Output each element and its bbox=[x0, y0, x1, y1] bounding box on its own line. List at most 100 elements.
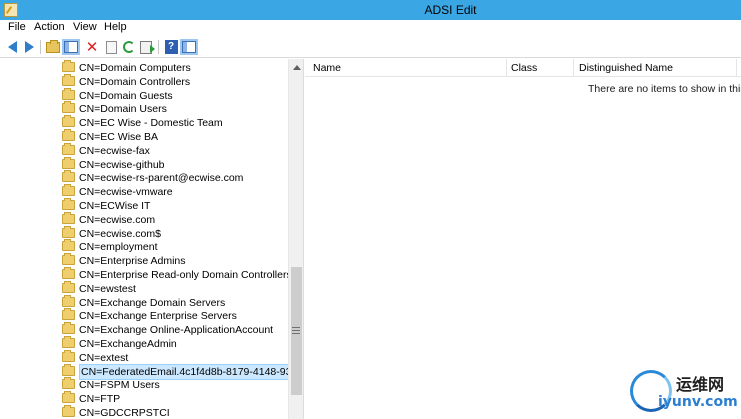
tree-item[interactable]: CN=ewstest bbox=[0, 280, 288, 296]
tree-item[interactable]: CN=ecwise.com$ bbox=[0, 225, 288, 241]
back-arrow-icon[interactable] bbox=[4, 39, 20, 55]
tree-item-label: CN=Exchange Domain Servers bbox=[79, 296, 226, 309]
tree-item-label: CN=EC Wise BA bbox=[79, 131, 159, 143]
tree-item[interactable]: CN=Domain Users bbox=[0, 101, 288, 116]
folder-icon bbox=[62, 156, 75, 169]
tree-item[interactable]: CN=employment bbox=[0, 239, 288, 254]
tree-item[interactable]: CN=FederatedEmail.4c1f4d8b-8179-4148-93b… bbox=[0, 363, 290, 380]
watermark: 运维网 iyunv.com bbox=[622, 364, 741, 419]
tree-item-label: CN=ecwise-github bbox=[79, 158, 165, 171]
tree-item[interactable]: CN=Domain Guests bbox=[0, 87, 288, 103]
show-hide-action-pane-icon[interactable] bbox=[181, 39, 197, 55]
folder-icon bbox=[62, 73, 75, 86]
empty-list-message: There are no items to show in this vie bbox=[588, 83, 741, 95]
folder-icon bbox=[62, 170, 75, 183]
folder-icon bbox=[62, 101, 75, 114]
folder-icon bbox=[62, 363, 75, 376]
folder-icon bbox=[62, 60, 75, 72]
folder-icon bbox=[62, 336, 75, 348]
tree-item[interactable]: CN=FSPM Users bbox=[0, 377, 288, 392]
tree-item[interactable]: CN=EC Wise - Domestic Team bbox=[0, 115, 288, 130]
tree-item[interactable]: CN=FTP bbox=[0, 391, 288, 406]
list-header: Name Class Distinguished Name bbox=[305, 59, 741, 77]
folder-icon bbox=[62, 239, 75, 252]
folder-icon bbox=[62, 349, 75, 362]
column-header-name[interactable]: Name bbox=[313, 62, 341, 74]
refresh-icon[interactable] bbox=[121, 39, 137, 55]
tree-item-label: CN=Exchange Enterprise Servers bbox=[79, 310, 237, 323]
properties-icon[interactable] bbox=[103, 39, 119, 55]
column-divider[interactable] bbox=[736, 59, 737, 77]
column-divider[interactable] bbox=[573, 59, 574, 77]
tree-item[interactable]: CN=ecwise-vmware bbox=[0, 184, 288, 199]
column-divider[interactable] bbox=[506, 59, 507, 77]
window-title: ADSI Edit bbox=[424, 3, 477, 17]
column-header-distinguished-name[interactable]: Distinguished Name bbox=[579, 62, 673, 74]
tree-item-label: CN=Domain Computers bbox=[79, 62, 191, 74]
folder-icon bbox=[62, 322, 75, 335]
tree-item[interactable]: CN=ecwise-fax bbox=[0, 142, 288, 158]
forward-arrow-icon[interactable] bbox=[21, 39, 37, 55]
scroll-grip-icon bbox=[292, 327, 300, 335]
folder-icon bbox=[62, 253, 75, 266]
tree-item[interactable]: CN=ecwise.com bbox=[0, 211, 288, 227]
tree-item[interactable]: CN=GDCCRPSTCI bbox=[0, 405, 288, 419]
tree-item[interactable]: CN=ecwise-rs-parent@ecwise.com bbox=[0, 170, 288, 185]
tree-item-label: CN=ecwise-fax bbox=[79, 144, 150, 157]
folder-icon bbox=[62, 142, 75, 155]
watermark-url: iyunv.com bbox=[658, 394, 738, 410]
tree-item-label: CN=GDCCRPSTCI bbox=[79, 407, 170, 419]
folder-icon bbox=[62, 184, 75, 197]
tree-item-label: CN=EC Wise - Domestic Team bbox=[79, 117, 223, 130]
folder-icon bbox=[62, 377, 75, 390]
tree-item-label: CN=ewstest bbox=[79, 282, 136, 295]
tree-item-label: CN=ecwise.com bbox=[79, 213, 156, 226]
tree-item[interactable]: CN=Enterprise Read-only Domain Controlle… bbox=[0, 267, 292, 282]
tree-item[interactable]: CN=Exchange Domain Servers bbox=[0, 294, 288, 310]
tree-item-label: CN=FSPM Users bbox=[79, 379, 160, 392]
tree-item[interactable]: CN=ecwise-github bbox=[0, 156, 288, 172]
tree-item-label: CN=FederatedEmail.4c1f4d8b-8179-4148-93b… bbox=[79, 363, 290, 380]
scroll-up-arrow-icon[interactable] bbox=[289, 59, 303, 75]
folder-icon bbox=[62, 280, 75, 293]
folder-icon bbox=[62, 225, 75, 238]
folder-icon bbox=[62, 129, 75, 141]
tree-item-label: CN=Domain Users bbox=[79, 103, 167, 116]
menu-file[interactable]: File bbox=[8, 21, 26, 33]
menu-help[interactable]: Help bbox=[104, 21, 127, 33]
tree-item-label: CN=ecwise-rs-parent@ecwise.com bbox=[79, 172, 244, 185]
export-list-icon[interactable] bbox=[138, 39, 155, 55]
tree-item-label: CN=ECWise IT bbox=[79, 200, 151, 212]
tree-scrollbar[interactable] bbox=[288, 59, 303, 419]
folder-icon bbox=[62, 115, 75, 128]
delete-icon[interactable]: ✕ bbox=[84, 39, 100, 55]
menu-view[interactable]: View bbox=[73, 21, 97, 33]
title-bar: ADSI Edit bbox=[0, 0, 741, 20]
toolbar-separator bbox=[40, 40, 41, 54]
menu-bar: File Action View Help bbox=[0, 20, 741, 36]
toolbar-separator bbox=[158, 40, 159, 54]
tree-item[interactable]: CN=Enterprise Admins bbox=[0, 253, 288, 268]
tree-item[interactable]: CN=Domain Controllers bbox=[0, 73, 288, 89]
watermark-cn-text: 运维网 bbox=[676, 375, 725, 394]
tree-item-label: CN=ecwise.com$ bbox=[79, 227, 161, 240]
help-icon[interactable]: ? bbox=[163, 39, 179, 55]
tree-item-label: CN=Domain Controllers bbox=[79, 75, 191, 88]
toolbar: ✕ ? bbox=[0, 36, 741, 58]
tree-item[interactable]: CN=Domain Computers bbox=[0, 60, 288, 75]
tree-pane[interactable]: CN=Domain Computers CN=Domain Controllers… bbox=[0, 59, 304, 419]
show-hide-tree-icon[interactable] bbox=[63, 39, 79, 55]
tree-item[interactable]: CN=Exchange Enterprise Servers bbox=[0, 308, 288, 323]
tree-item-label: CN=ExchangeAdmin bbox=[79, 338, 177, 350]
column-header-class[interactable]: Class bbox=[511, 62, 537, 74]
up-folder-icon[interactable] bbox=[45, 39, 61, 55]
folder-icon bbox=[62, 267, 75, 279]
tree-item-label: CN=Enterprise Read-only Domain Controlle… bbox=[79, 269, 292, 281]
tree-item[interactable]: CN=ExchangeAdmin bbox=[0, 336, 288, 351]
tree-item[interactable]: CN=EC Wise BA bbox=[0, 129, 288, 144]
tree-item[interactable]: CN=ECWise IT bbox=[0, 198, 288, 213]
tree-item[interactable]: CN=Exchange Online-ApplicationAccount bbox=[0, 322, 288, 337]
tree-item-label: CN=ecwise-vmware bbox=[79, 186, 173, 199]
folder-icon bbox=[62, 211, 75, 224]
menu-action[interactable]: Action bbox=[34, 21, 65, 33]
